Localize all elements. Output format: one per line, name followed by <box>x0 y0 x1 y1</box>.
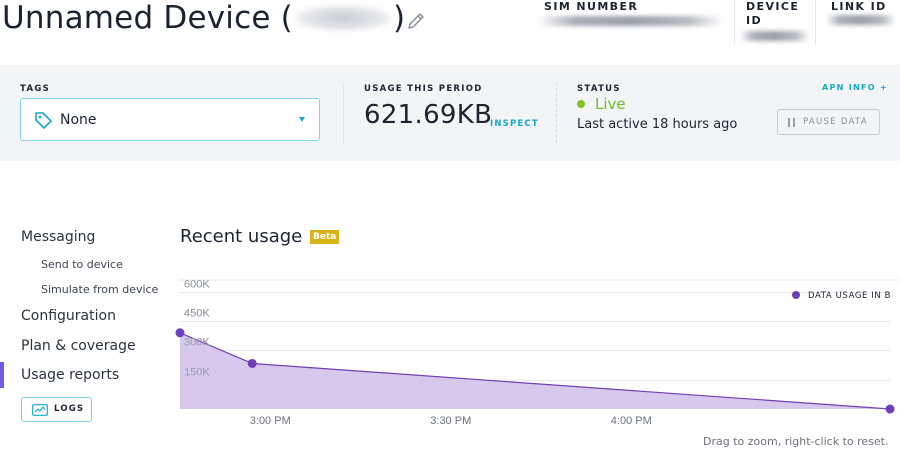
y-tick-label-overlay: 450K <box>184 308 210 320</box>
usage-area <box>180 332 890 409</box>
y-tick-label-overlay: 150K <box>184 367 210 379</box>
data-point <box>885 404 895 414</box>
legend-label: DATA USAGE IN B <box>808 291 891 301</box>
x-tick-label: 4:00 PM <box>611 415 652 427</box>
y-tick-label: 600K <box>184 279 210 291</box>
data-point <box>247 358 257 368</box>
legend-marker <box>792 291 800 299</box>
y-tick-label-overlay: 300K <box>184 337 210 349</box>
usage-chart[interactable]: 600K450K300K150K450K300K150K3:00 PM3:30 … <box>0 0 900 450</box>
x-tick-label: 3:00 PM <box>250 415 291 427</box>
chart-zoom-hint: Drag to zoom, right-click to reset. <box>703 435 889 448</box>
x-tick-label: 3:30 PM <box>430 415 471 427</box>
